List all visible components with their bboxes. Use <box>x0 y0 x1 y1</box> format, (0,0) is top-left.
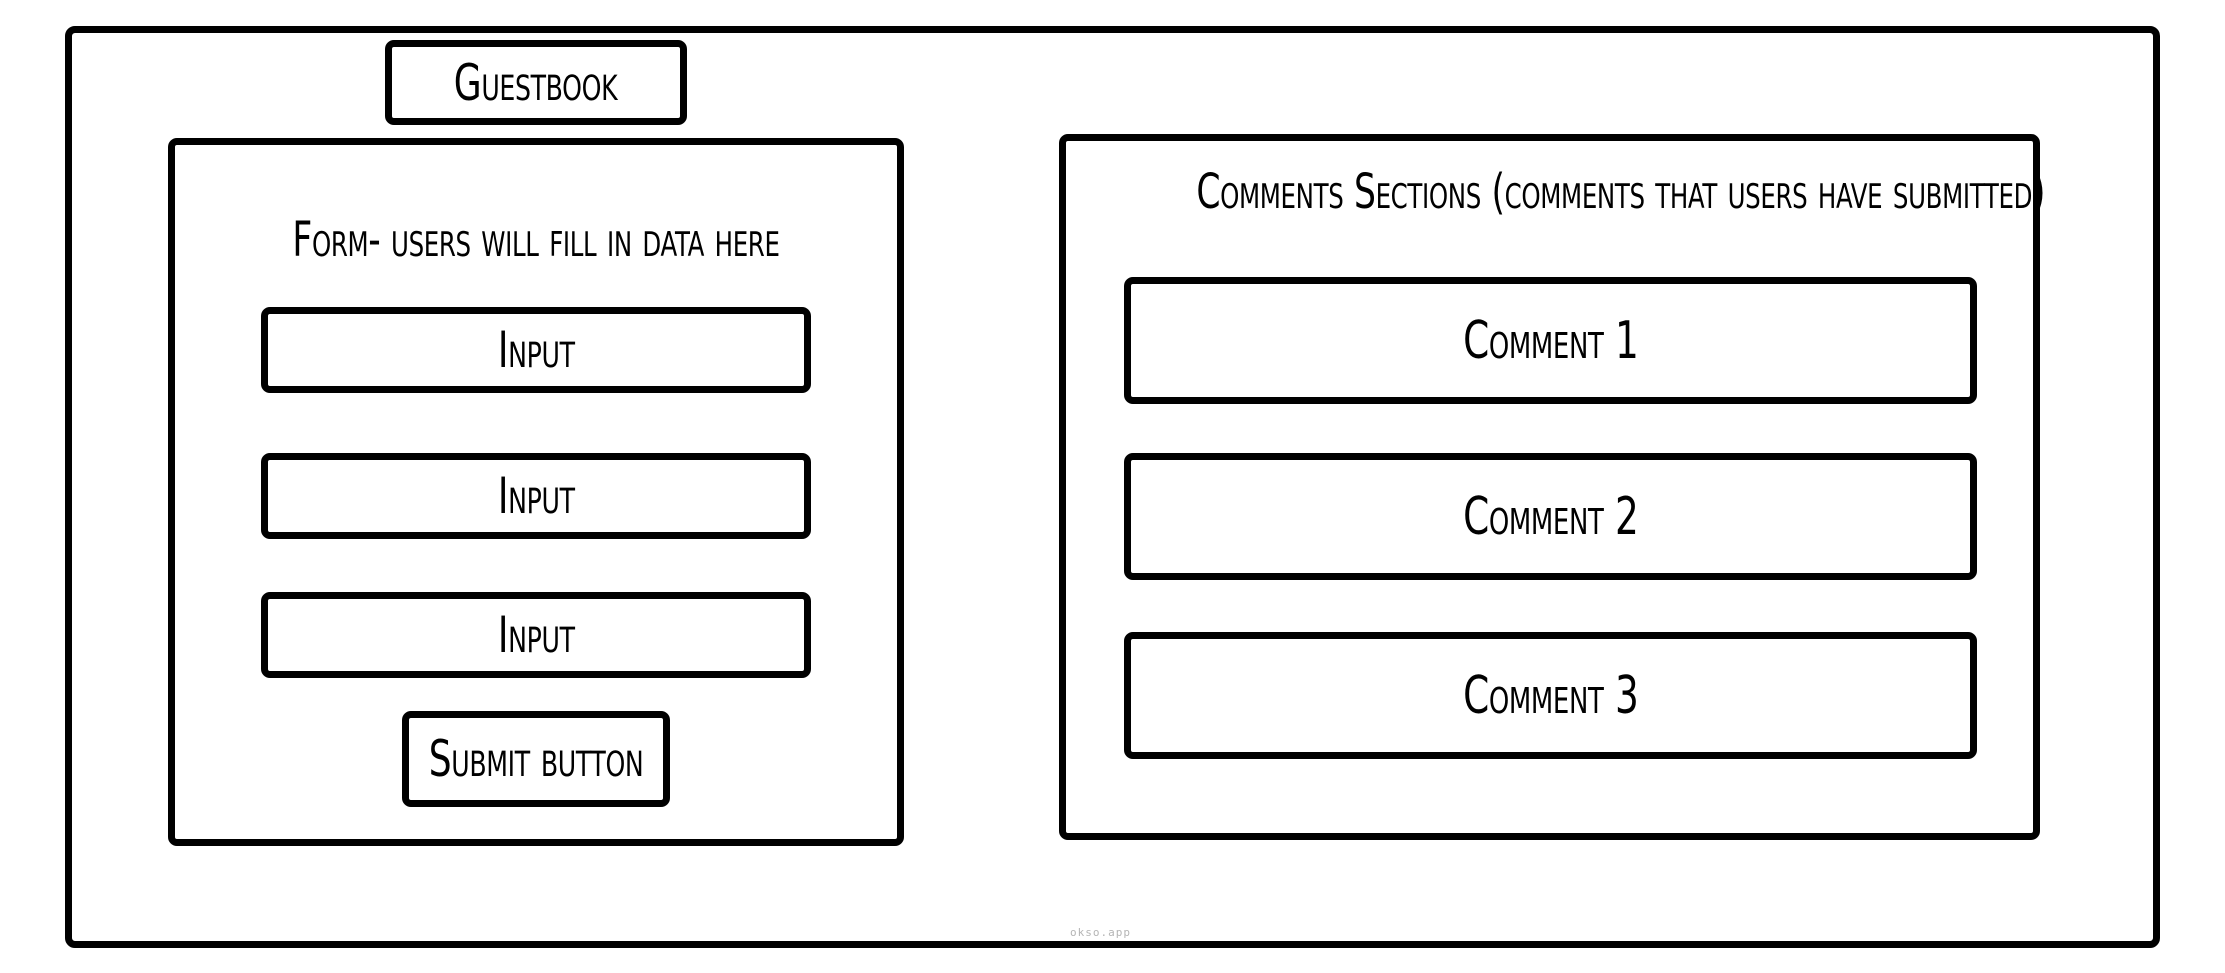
comment-2-text: Comment 2 <box>1462 486 1639 547</box>
form-input-2-placeholder: Input <box>497 467 575 525</box>
comment-1-text: Comment 1 <box>1462 310 1639 371</box>
guestbook-title-box: Guestbook <box>385 40 687 125</box>
comment-item-1: Comment 1 <box>1124 277 1977 404</box>
form-input-2[interactable]: Input <box>261 453 811 539</box>
page-title: Guestbook <box>454 53 618 112</box>
form-input-3-placeholder: Input <box>497 606 575 664</box>
comment-item-2: Comment 2 <box>1124 453 1977 580</box>
form-input-1[interactable]: Input <box>261 307 811 393</box>
comment-3-text: Comment 3 <box>1462 665 1639 726</box>
comment-item-3: Comment 3 <box>1124 632 1977 759</box>
watermark: okso.app <box>1070 926 1131 939</box>
form-heading: Form- users will fill in data here <box>292 212 780 268</box>
comments-heading: Comments Sections (comments that users h… <box>1196 164 2046 220</box>
form-input-3[interactable]: Input <box>261 592 811 678</box>
submit-button-label: Submit button <box>428 730 644 788</box>
submit-button[interactable]: Submit button <box>402 711 670 807</box>
form-input-1-placeholder: Input <box>497 321 575 379</box>
